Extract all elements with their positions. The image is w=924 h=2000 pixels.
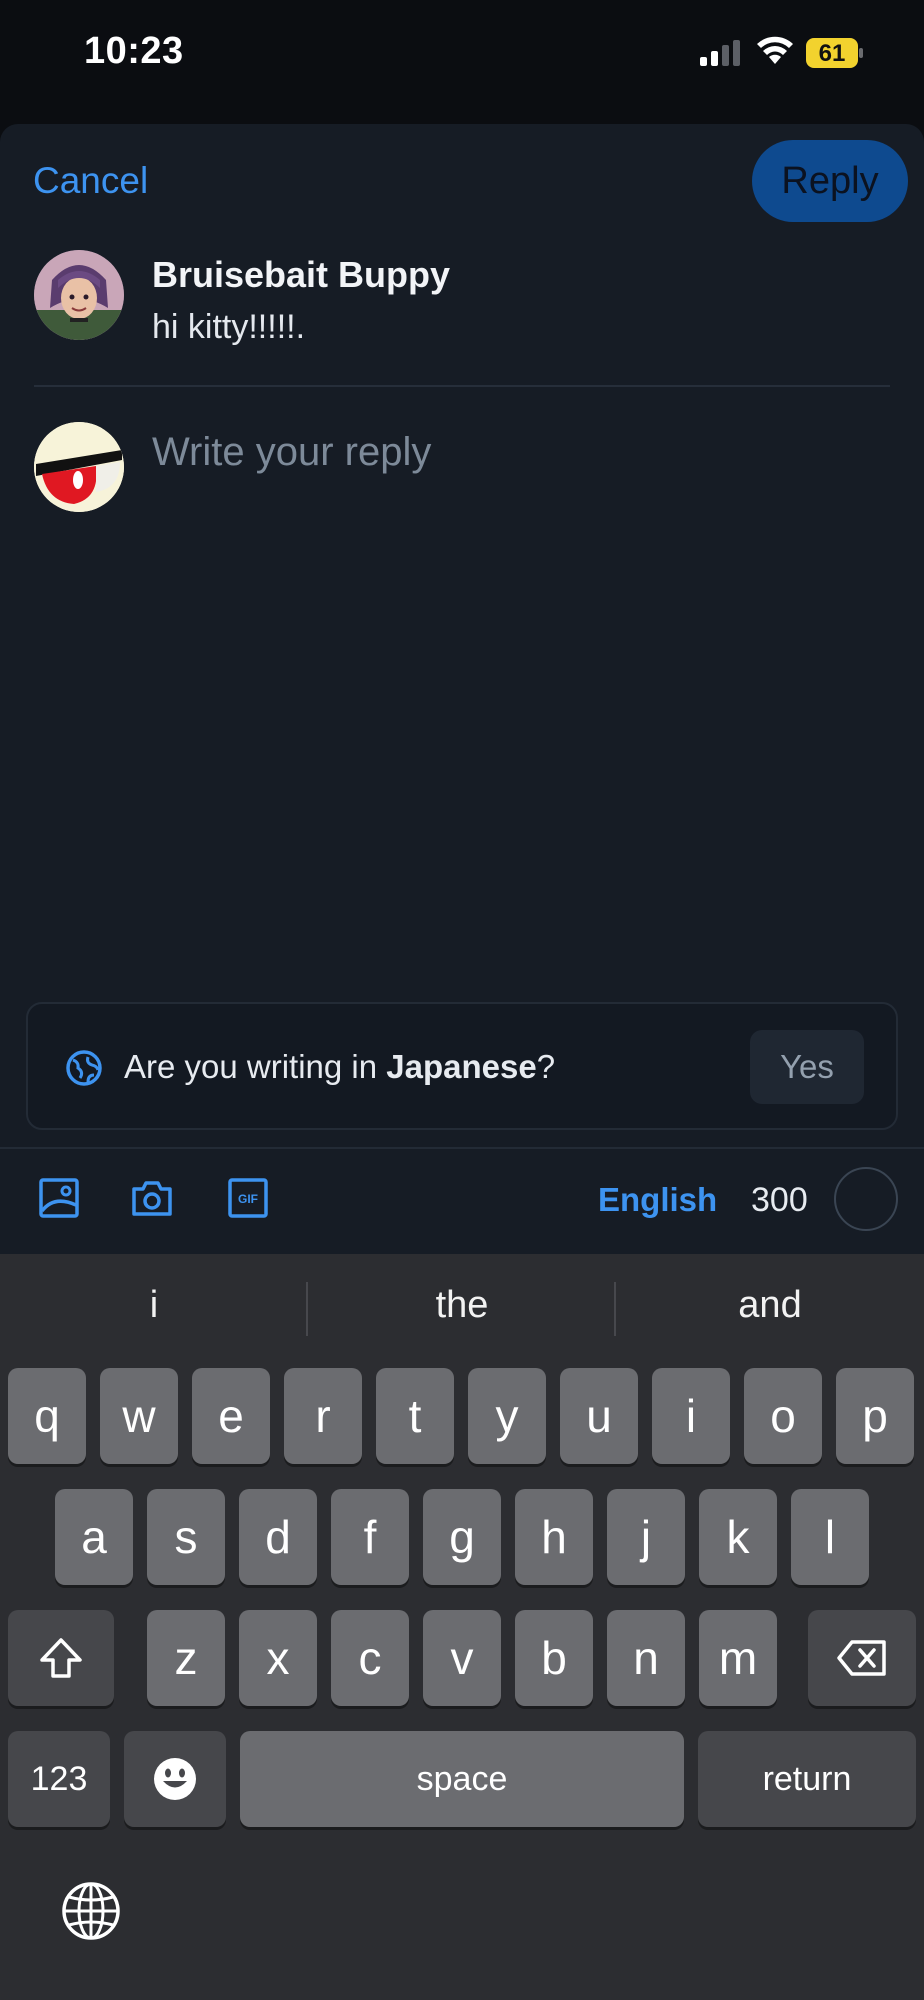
suggestion-bar: i the and [0, 1254, 924, 1364]
character-limit-ring [834, 1167, 898, 1231]
key-a[interactable]: a [55, 1489, 133, 1585]
key-x[interactable]: x [239, 1610, 317, 1706]
globe-language-icon [66, 1050, 102, 1086]
key-s[interactable]: s [147, 1489, 225, 1585]
suggestion-3[interactable]: and [616, 1284, 924, 1327]
current-user-avatar [34, 422, 124, 512]
key-r[interactable]: r [284, 1368, 362, 1464]
suggestion-1[interactable]: i [0, 1284, 308, 1327]
status-bar: 10:23 61 [0, 0, 924, 124]
cancel-button[interactable]: Cancel [33, 160, 148, 202]
key-p[interactable]: p [836, 1368, 914, 1464]
language-prompt-prefix: Are you writing in [124, 1048, 387, 1085]
key-m[interactable]: m [699, 1610, 777, 1706]
emoji-icon [154, 1758, 196, 1800]
status-time: 10:23 [84, 30, 184, 72]
key-f[interactable]: f [331, 1489, 409, 1585]
parent-author-avatar[interactable] [34, 250, 124, 340]
key-e[interactable]: e [192, 1368, 270, 1464]
key-v[interactable]: v [423, 1610, 501, 1706]
image-icon[interactable] [38, 1177, 80, 1219]
delete-key[interactable] [808, 1610, 916, 1706]
svg-text:GIF: GIF [238, 1192, 258, 1206]
key-d[interactable]: d [239, 1489, 317, 1585]
key-u[interactable]: u [560, 1368, 638, 1464]
reply-button[interactable]: Reply [752, 140, 908, 222]
key-t[interactable]: t [376, 1368, 454, 1464]
wifi-icon [757, 36, 793, 64]
key-o[interactable]: o [744, 1368, 822, 1464]
key-b[interactable]: b [515, 1610, 593, 1706]
detected-language: Japanese [386, 1048, 537, 1085]
numbers-key[interactable]: 123 [8, 1731, 110, 1827]
parent-author-name[interactable]: Bruisebait Buppy [152, 254, 450, 296]
globe-keyboard-switch-icon[interactable] [60, 1880, 122, 1942]
gif-icon[interactable]: GIF [227, 1177, 269, 1219]
composer-toolbar: GIF English 300 [0, 1147, 924, 1254]
parent-post-text: hi kitty!!!!!. [152, 308, 306, 346]
return-key[interactable]: return [698, 1731, 916, 1827]
language-detection-card: Are you writing in Japanese? Yes [26, 1002, 898, 1130]
backspace-icon [837, 1640, 886, 1676]
suggestion-2[interactable]: the [308, 1284, 616, 1327]
character-count: 300 [751, 1181, 808, 1219]
post-language-button[interactable]: English [598, 1181, 717, 1219]
camera-icon[interactable] [131, 1177, 173, 1219]
key-j[interactable]: j [607, 1489, 685, 1585]
space-key[interactable]: space [240, 1731, 684, 1827]
cellular-signal-icon [700, 40, 740, 66]
emoji-key[interactable] [124, 1731, 226, 1827]
key-g[interactable]: g [423, 1489, 501, 1585]
key-k[interactable]: k [699, 1489, 777, 1585]
key-l[interactable]: l [791, 1489, 869, 1585]
key-h[interactable]: h [515, 1489, 593, 1585]
key-n[interactable]: n [607, 1610, 685, 1706]
key-w[interactable]: w [100, 1368, 178, 1464]
divider [34, 385, 890, 387]
key-z[interactable]: z [147, 1610, 225, 1706]
language-prompt-suffix: ? [536, 1048, 556, 1085]
reply-composer-sheet: Cancel Reply Bruisebait Buppy hi kitty!!… [0, 124, 924, 1254]
reply-text-input[interactable] [152, 422, 882, 482]
key-c[interactable]: c [331, 1610, 409, 1706]
key-i[interactable]: i [652, 1368, 730, 1464]
language-prompt-text: Are you writing in Japanese? [124, 1048, 555, 1086]
battery-icon: 61 [806, 38, 864, 68]
shift-key[interactable] [8, 1610, 114, 1706]
key-q[interactable]: q [8, 1368, 86, 1464]
yes-button[interactable]: Yes [750, 1030, 864, 1104]
shift-icon [40, 1638, 82, 1678]
keyboard: i the and q w e r t y u i o p a s d f g … [0, 1254, 924, 2000]
battery-level: 61 [818, 40, 846, 67]
key-y[interactable]: y [468, 1368, 546, 1464]
